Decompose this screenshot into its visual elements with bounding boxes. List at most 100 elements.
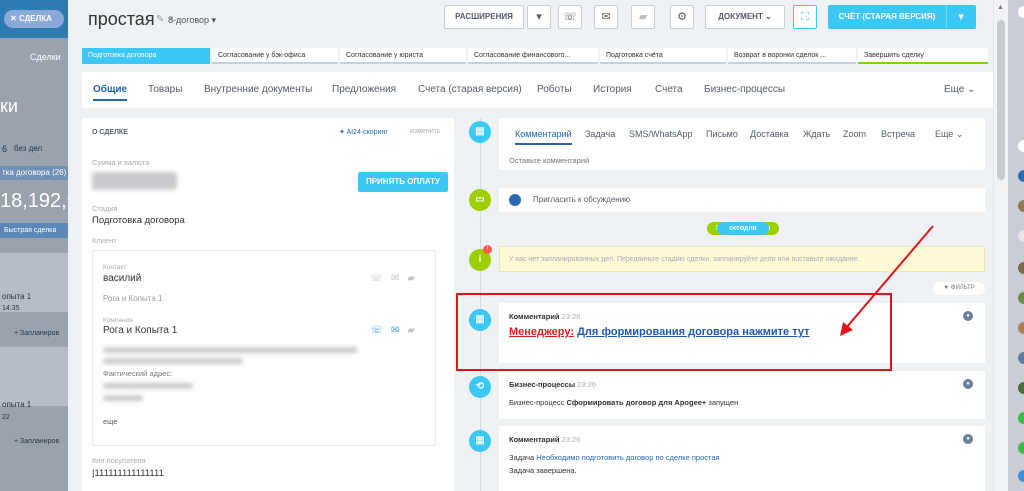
stage-item[interactable]: Завершить сделку — [858, 48, 988, 64]
avatar[interactable] — [1018, 230, 1024, 242]
tab-history[interactable]: История — [593, 84, 632, 95]
requisites-redacted — [103, 347, 358, 353]
avatar[interactable] — [1018, 352, 1024, 364]
phone-icon[interactable]: ☏ — [370, 273, 391, 284]
expand-button[interactable]: ⛶ — [793, 5, 817, 29]
tabs-more-button[interactable]: Еще ⌄ — [944, 84, 976, 95]
company-actions[interactable]: ☏✉▰ — [370, 325, 423, 336]
accept-payment-button[interactable]: ПРИНЯТЬ ОПЛАТУ — [358, 172, 448, 192]
avatar[interactable] — [1018, 322, 1024, 334]
filter-button[interactable]: ▼ ФИЛЬТР — [933, 282, 985, 295]
tab-proposals[interactable]: Предложения — [332, 84, 396, 95]
composer-more-button[interactable]: Еще ⌄ — [935, 129, 963, 140]
composer-tab-wait[interactable]: Ждать — [803, 129, 830, 139]
tab-invoices-old[interactable]: Счета (старая версия) — [418, 84, 522, 95]
avatar[interactable] — [1018, 470, 1024, 482]
extensions-button[interactable]: РАСШИРЕНИЯ — [444, 5, 524, 29]
deal-header: простая ✎ ⚬ 8-договор ▾ РАСШИРЕНИЯ ▾ ☏ ✉… — [68, 0, 993, 40]
page-scrollbar[interactable]: ▲ — [993, 0, 1008, 491]
timeline-item-business-process: Бизнес-процессы 23:26 ● Бизнес-процесс С… — [499, 371, 985, 419]
deals-menu-item[interactable]: Сделки — [30, 52, 61, 62]
invite-label: Пригласить к обсуждению — [533, 195, 631, 204]
contact-name[interactable]: василий — [103, 273, 141, 284]
task-link[interactable]: Необходимо подготовить договор по сделке… — [536, 453, 719, 462]
comment-input[interactable]: Оставьте комментарий — [509, 156, 589, 165]
mail-icon[interactable]: ✉ — [391, 325, 407, 336]
contact-actions[interactable]: ☏✉▰ — [370, 273, 423, 284]
tab-general[interactable]: Общие — [93, 84, 128, 101]
composer-tab-meeting[interactable]: Встреча — [881, 129, 915, 139]
email-button[interactable]: ✉ — [594, 5, 618, 29]
tab-invoices[interactable]: Счета — [655, 84, 683, 95]
company-label: Компания — [103, 317, 133, 324]
chat-button[interactable]: ▰ — [631, 5, 655, 29]
item-text: Задача — [509, 453, 535, 462]
stage-item[interactable]: Подготовка договора — [82, 48, 210, 64]
background-deal-card[interactable] — [0, 252, 68, 312]
avatar[interactable] — [1018, 200, 1024, 212]
background-deal-card[interactable] — [0, 346, 68, 406]
stage-value[interactable]: Подготовка договора — [92, 215, 185, 226]
scroll-up-icon[interactable]: ▲ — [997, 4, 1004, 11]
avatar[interactable] — [1018, 262, 1024, 274]
chevron-down-icon: ⌄ — [955, 129, 964, 139]
pin-icon[interactable]: ● — [963, 434, 973, 444]
avatar[interactable] — [1018, 382, 1024, 394]
composer-tab-delivery[interactable]: Доставка — [750, 129, 789, 139]
tab-products[interactable]: Товары — [148, 84, 182, 95]
pin-icon[interactable]: ● — [963, 311, 973, 321]
contact-label: Контакт — [103, 264, 127, 271]
invoice-dropdown-button[interactable]: ▾ — [946, 5, 976, 29]
call-button[interactable]: ☏ — [558, 5, 582, 29]
avatar[interactable] — [1018, 412, 1024, 424]
annotation-highlight-box — [456, 293, 892, 371]
ai-scoring-link[interactable]: ✦ AI24-скоринг — [339, 128, 388, 136]
chat-icon[interactable]: ▰ — [407, 325, 423, 336]
stage-item[interactable]: Подготовка счёта — [600, 48, 726, 64]
composer-tab-task[interactable]: Задача — [585, 129, 615, 139]
create-deal-button[interactable]: ✕ СДЕЛКА — [4, 10, 64, 28]
background-stage-label: тка договора — [2, 168, 50, 177]
category-selector[interactable]: 8-договор ▾ — [168, 15, 216, 26]
background-card-planned[interactable]: + Запланиров — [14, 438, 59, 445]
mail-icon[interactable]: ✉ — [391, 273, 407, 284]
composer-tab-comment[interactable]: Комментарий — [515, 129, 572, 145]
tab-robots[interactable]: Роботы — [537, 84, 572, 95]
avatar[interactable] — [1018, 292, 1024, 304]
change-link[interactable]: изменить — [410, 128, 440, 135]
chat-icon[interactable]: ▰ — [407, 273, 423, 284]
composer-tab-sms[interactable]: SMS/WhatsApp — [629, 129, 693, 139]
item-time: 23:26 — [561, 435, 581, 444]
tab-business-processes[interactable]: Бизнес-процессы — [704, 84, 785, 95]
avatar[interactable] — [1018, 170, 1024, 182]
company-name[interactable]: Рога и Копыта 1 — [103, 325, 177, 336]
invoice-button[interactable]: СЧЁТ (СТАРАЯ ВЕРСИЯ) — [828, 5, 946, 29]
background-card-name: опыта 1 — [2, 400, 32, 409]
pin-icon[interactable]: ● — [963, 379, 973, 389]
avatar[interactable] — [1018, 442, 1024, 454]
invite-to-discussion[interactable]: Пригласить к обсуждению — [499, 188, 985, 212]
expand-icon: ⛶ — [801, 11, 809, 23]
avatar[interactable] — [1018, 140, 1024, 152]
buyer-id-value[interactable]: |111111111111111 — [92, 468, 164, 479]
stage-item[interactable]: Согласование у юриста — [340, 48, 466, 64]
document-button[interactable]: ДОКУМЕНТ ⌄ — [705, 5, 785, 29]
extensions-dropdown-button[interactable]: ▾ — [527, 5, 551, 29]
stage-item[interactable]: Согласование у бэк-офиса — [212, 48, 338, 64]
no-planned-notice: У вас нет запланированных дел. Передвинь… — [499, 246, 985, 272]
item-process-name: Сформировать договор для Apogee+ — [566, 398, 707, 407]
quick-deal-button[interactable]: Быстрая сделка — [0, 223, 68, 238]
phone-icon[interactable]: ☏ — [370, 325, 391, 336]
avatar[interactable] — [1018, 6, 1024, 18]
composer-tab-email[interactable]: Письмо — [706, 129, 738, 139]
stage-item[interactable]: Возврат в воронки сделок ... — [728, 48, 856, 64]
stage-item[interactable]: Согласование финансового... — [468, 48, 598, 64]
composer-tab-zoom[interactable]: Zoom — [843, 129, 866, 139]
client-label: Клиент — [92, 236, 117, 245]
tab-internal-documents[interactable]: Внутренние документы — [204, 84, 312, 95]
scrollbar-thumb[interactable] — [997, 20, 1005, 180]
background-card-planned[interactable]: + Запланиров — [14, 330, 59, 337]
settings-button[interactable]: ⚙ — [670, 5, 694, 29]
page-title[interactable]: простая — [88, 9, 155, 30]
show-more-link[interactable]: еще — [103, 417, 117, 426]
